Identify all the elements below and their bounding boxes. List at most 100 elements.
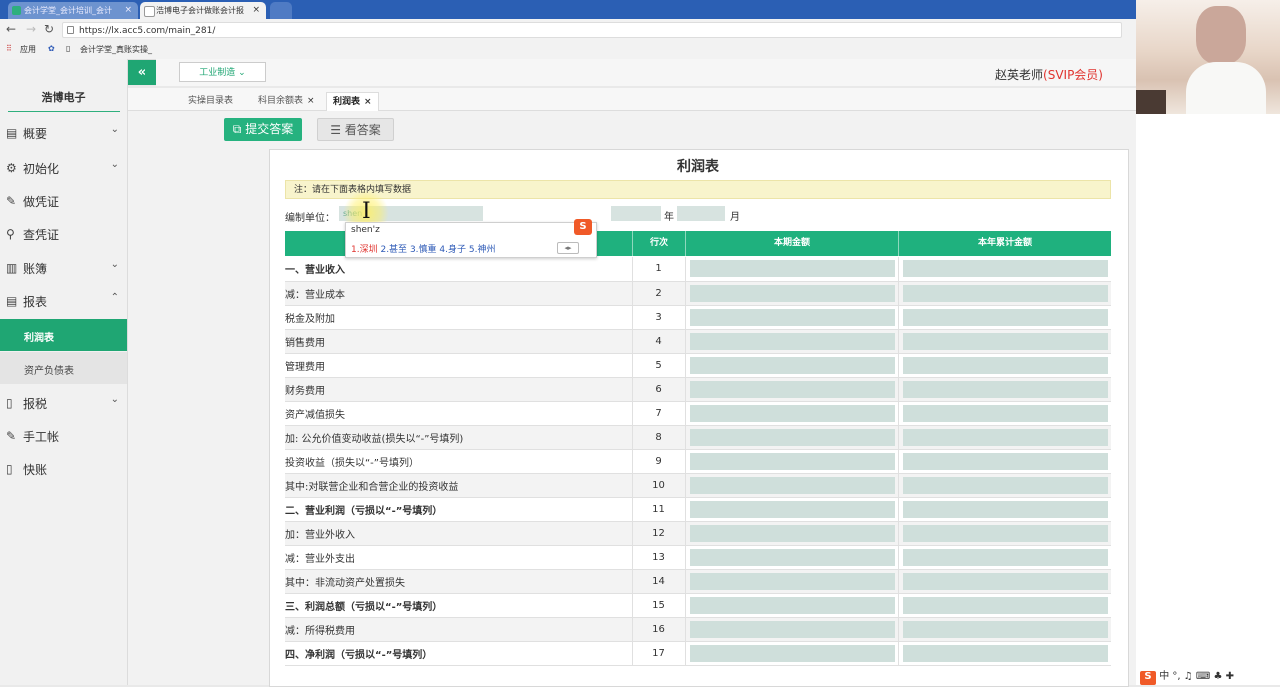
url-input[interactable]: https://lx.acc5.com/main_281/	[62, 22, 1122, 38]
sidebar-item-label: 做凭证	[23, 195, 60, 209]
sidebar-subitem-balance-sheet[interactable]: 资产负债表	[0, 352, 127, 384]
bookmark-apps[interactable]: 应用	[20, 44, 36, 55]
submit-answer-button[interactable]: ⧉ 提交答案	[224, 118, 302, 141]
current-amount-input[interactable]	[689, 404, 895, 422]
current-amount-input[interactable]	[689, 548, 895, 566]
row-number: 16	[632, 617, 686, 642]
current-amount-cell	[685, 425, 899, 450]
bookmark-item[interactable]: 会计学堂_真账实操_	[80, 44, 152, 55]
sidebar-item-voucher[interactable]: ✎ 做凭证	[0, 185, 127, 217]
ytd-amount-input[interactable]	[902, 548, 1108, 566]
current-amount-input[interactable]	[689, 332, 895, 350]
month-input[interactable]	[677, 206, 725, 221]
ytd-amount-input[interactable]	[902, 620, 1108, 638]
current-amount-input[interactable]	[689, 644, 895, 662]
dashboard-icon: ▤	[6, 126, 18, 140]
ytd-amount-input[interactable]	[902, 596, 1108, 614]
tab-income-statement[interactable]: 利润表 ×	[326, 92, 379, 111]
ytd-amount-input[interactable]	[902, 500, 1108, 518]
current-amount-input[interactable]	[689, 380, 895, 398]
ytd-amount-input[interactable]	[902, 404, 1108, 422]
sidebar-item-label: 手工帐	[23, 430, 60, 444]
ytd-amount-input[interactable]	[902, 380, 1108, 398]
ytd-amount-input[interactable]	[902, 308, 1108, 326]
browser-tab[interactable]: 会计学堂_会计培训_会计 ×	[8, 2, 138, 19]
view-answer-button[interactable]: ☰ 看答案	[317, 118, 394, 141]
ytd-amount-input[interactable]	[902, 644, 1108, 662]
pen-icon: ✎	[6, 194, 17, 208]
tab-balance[interactable]: 科目余额表 ×	[258, 92, 315, 110]
current-amount-input[interactable]	[689, 260, 895, 277]
ytd-amount-input[interactable]	[902, 260, 1108, 277]
current-amount-input[interactable]	[689, 500, 895, 518]
current-amount-input[interactable]	[689, 308, 895, 326]
reload-icon[interactable]: ↻	[44, 22, 54, 36]
current-amount-input[interactable]	[689, 284, 895, 302]
close-icon[interactable]: ×	[364, 97, 372, 107]
sidebar-item-tax[interactable]: ▯ 报税 ⌄	[0, 387, 127, 419]
forward-icon[interactable]: →	[26, 22, 36, 36]
ytd-amount-cell	[898, 425, 1111, 450]
ytd-amount-input[interactable]	[902, 452, 1108, 470]
current-amount-input[interactable]	[689, 572, 895, 590]
chevron-down-icon: ⌄	[238, 68, 246, 78]
ytd-amount-input[interactable]	[902, 356, 1108, 374]
tab-directory[interactable]: 实操目录表	[188, 92, 233, 110]
chevron-down-icon: ⌄	[110, 394, 119, 405]
sidebar-item-label: 初始化	[23, 162, 60, 176]
ime-candidate[interactable]: 1.深圳	[351, 245, 378, 255]
ime-candidate[interactable]: 4.身子	[439, 245, 466, 255]
current-amount-cell	[685, 545, 899, 570]
sidebar-item-overview[interactable]: ▤ 概要 ⌄	[0, 117, 127, 149]
new-tab-button[interactable]	[270, 2, 292, 19]
current-amount-input[interactable]	[689, 356, 895, 374]
ytd-amount-input[interactable]	[902, 428, 1108, 446]
current-amount-input[interactable]	[689, 596, 895, 614]
desktop-margin	[1136, 114, 1280, 685]
ime-page-arrows-icon[interactable]: ◂▸	[557, 242, 579, 254]
browser-tab-active[interactable]: 浩博电子会计做账会计报 ×	[140, 2, 266, 19]
collapse-sidebar-button[interactable]: «	[128, 60, 156, 85]
current-amount-input[interactable]	[689, 524, 895, 542]
database-icon: ☰	[330, 123, 341, 137]
sidebar-item-report[interactable]: ▤ 报表 ⌃	[0, 285, 127, 317]
ytd-amount-input[interactable]	[902, 476, 1108, 494]
row-number: 7	[632, 401, 686, 426]
year-input[interactable]	[611, 206, 661, 221]
sidebar-item-manual[interactable]: ✎ 手工帐	[0, 420, 127, 452]
ytd-amount-input[interactable]	[902, 332, 1108, 350]
presenter-shirt	[1186, 62, 1266, 114]
ime-candidate[interactable]: 3.慎重	[410, 245, 437, 255]
current-amount-input[interactable]	[689, 452, 895, 470]
sidebar-item-init[interactable]: ⚙ 初始化 ⌄	[0, 152, 127, 184]
current-amount-input[interactable]	[689, 620, 895, 638]
ime-toolbar-icons[interactable]: 中 °, ♫ ⌨ ♣ ✚	[1159, 671, 1234, 682]
page-title: 利润表	[677, 159, 719, 175]
ime-candidate[interactable]: 2.甚至	[380, 245, 407, 255]
current-amount-input[interactable]	[689, 428, 895, 446]
sidebar-item-quick[interactable]: ▯ 快账	[0, 453, 127, 485]
table-row: 减：营业外支出 13	[285, 545, 1111, 570]
ytd-amount-input[interactable]	[902, 524, 1108, 542]
sidebar-subitem-income-statement[interactable]: 利润表	[0, 319, 127, 351]
ytd-amount-cell	[898, 353, 1111, 378]
current-amount-cell	[685, 329, 899, 354]
current-amount-input[interactable]	[689, 476, 895, 494]
user-info[interactable]: 赵英老师(SVIP会员)	[995, 66, 1103, 83]
close-icon[interactable]: ×	[252, 2, 260, 19]
industry-dropdown[interactable]: 工业制造 ⌄	[179, 62, 266, 82]
table-row: 一、营业收入 1	[285, 257, 1111, 282]
ytd-amount-input[interactable]	[902, 284, 1108, 302]
ime-candidate[interactable]: 5.神州	[469, 245, 496, 255]
ytd-amount-input[interactable]	[902, 572, 1108, 590]
sidebar-item-ledger[interactable]: ▥ 账簿 ⌄	[0, 252, 127, 284]
ime-candidate-popup[interactable]: shen'z 1.深圳 2.甚至 3.慎重 4.身子 5.神州 ◂▸ S	[345, 219, 597, 258]
month-label: 月	[730, 212, 740, 223]
close-icon[interactable]: ×	[307, 96, 315, 106]
row-label: 三、利润总额（亏损以“-”号填列）	[285, 593, 633, 618]
ytd-amount-cell	[898, 473, 1111, 498]
close-icon[interactable]: ×	[124, 2, 132, 19]
sidebar-item-search-voucher[interactable]: ⚲ 查凭证	[0, 218, 127, 250]
table-row: 减：营业成本 2	[285, 281, 1111, 306]
back-icon[interactable]: ←	[6, 22, 16, 36]
